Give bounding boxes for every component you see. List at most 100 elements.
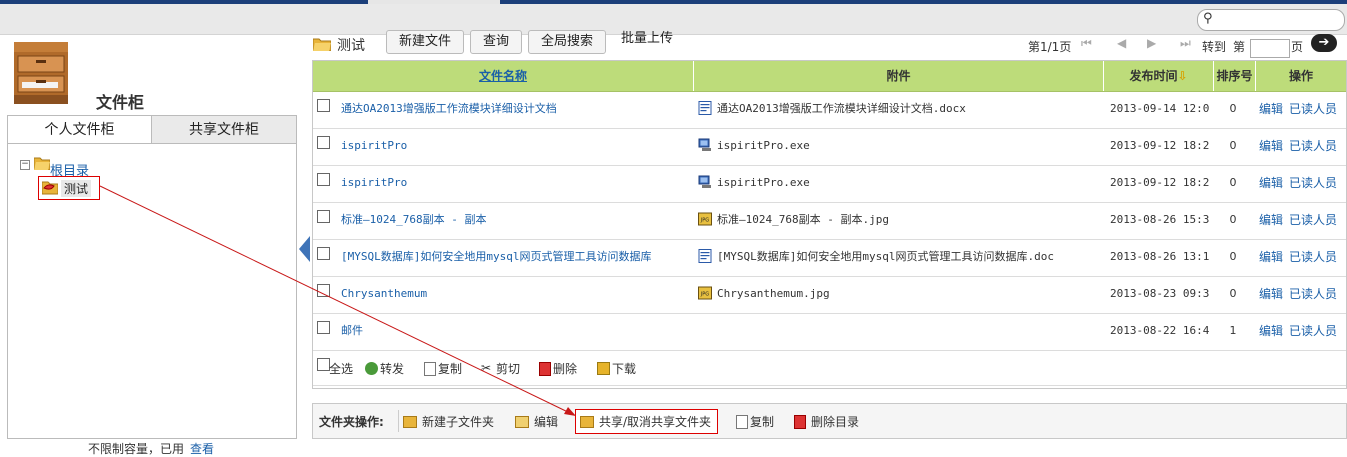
last-page-icon[interactable]: ⏭	[1180, 36, 1191, 51]
copy-folder-icon	[736, 414, 748, 429]
file-cabinet-icon	[14, 42, 68, 104]
header-attachment: 附件	[694, 61, 1104, 91]
cabinet-title: 文件柜	[96, 93, 145, 112]
prev-page-icon[interactable]: ◀	[1117, 36, 1126, 50]
select-all-label[interactable]: 全选	[329, 360, 353, 377]
delete-button[interactable]: 删除	[539, 360, 577, 377]
new-file-button[interactable]: 新建文件	[386, 30, 464, 54]
edit-link[interactable]: 编辑	[1259, 139, 1283, 153]
forward-label: 转发	[380, 362, 405, 376]
readers-link[interactable]: 已读人员	[1289, 324, 1337, 338]
publish-time: 2013-08-23 09:36	[1110, 287, 1210, 300]
row-checkbox[interactable]	[317, 247, 330, 260]
batch-upload-button[interactable]: 批量上传	[612, 28, 682, 52]
readers-link[interactable]: 已读人员	[1289, 250, 1337, 264]
edit-link[interactable]: 编辑	[1259, 324, 1283, 338]
quota-text: 不限制容量，已用	[88, 442, 185, 456]
tab-shared-cabinet[interactable]: 共享文件柜	[151, 115, 297, 145]
query-button[interactable]: 查询	[470, 30, 522, 54]
edit-folder-button[interactable]: 编辑	[515, 413, 558, 430]
edit-link[interactable]: 编辑	[1259, 213, 1283, 227]
copy-folder-button[interactable]: 复制	[736, 413, 774, 430]
attachment-link[interactable]: 通达OA2013增强版工作流模块详细设计文档.docx	[698, 92, 966, 128]
row-actions: 编辑 已读人员	[1259, 203, 1343, 239]
file-name-link[interactable]: ispiritPro	[341, 166, 407, 202]
row-actions: 编辑 已读人员	[1259, 92, 1343, 128]
file-name-link[interactable]: 邮件	[341, 314, 363, 350]
attachment-link[interactable]: [MYSQL数据库]如何安全地用mysql网页式管理工具访问数据库.doc	[698, 240, 1054, 276]
exe-icon	[698, 175, 711, 188]
publish-time: 2013-09-12 18:29	[1110, 176, 1210, 189]
row-checkbox[interactable]	[317, 321, 330, 334]
edit-folder-label: 编辑	[534, 415, 559, 429]
page-prefix-label: 第	[1233, 40, 1246, 54]
row-checkbox[interactable]	[317, 173, 330, 186]
attachment-link[interactable]: JPG 标准—1024_768副本 - 副本.jpg	[698, 203, 889, 239]
copy-folder-label: 复制	[750, 415, 775, 429]
word-doc-icon	[698, 101, 712, 115]
readers-link[interactable]: 已读人员	[1289, 139, 1337, 153]
file-name-link[interactable]: [MYSQL数据库]如何安全地用mysql网页式管理工具访问数据库	[341, 240, 651, 276]
file-name-link[interactable]: ispiritPro	[341, 129, 407, 165]
new-subfolder-button[interactable]: 新建子文件夹	[403, 413, 494, 430]
attachment-name: [MYSQL数据库]如何安全地用mysql网页式管理工具访问数据库.doc	[717, 250, 1054, 263]
sidebar-collapse-arrow[interactable]	[299, 236, 310, 262]
row-checkbox[interactable]	[317, 284, 330, 297]
edit-link[interactable]: 编辑	[1259, 250, 1283, 264]
share-toggle-label: 共享/取消共享文件夹	[599, 415, 712, 429]
exe-icon	[698, 138, 711, 151]
edit-link[interactable]: 编辑	[1259, 287, 1283, 301]
quota-view-link[interactable]: 查看	[190, 442, 214, 456]
share-toggle-button[interactable]: 共享/取消共享文件夹	[575, 409, 719, 434]
search-input[interactable]	[1220, 12, 1342, 28]
row-checkbox[interactable]	[317, 210, 330, 223]
forward-button[interactable]: 转发	[365, 360, 404, 377]
file-name-link[interactable]: Chrysanthemum	[341, 277, 427, 313]
attachment-link[interactable]: ispiritPro.exe	[698, 129, 810, 165]
attachment-link[interactable]: JPG Chrysanthemum.jpg	[698, 277, 830, 313]
delete-folder-icon	[794, 414, 806, 429]
new-folder-icon	[403, 415, 417, 428]
go-arrow-button[interactable]: ➔	[1311, 34, 1337, 52]
tree-collapse-toggle[interactable]: −	[20, 160, 30, 170]
header-publish-time[interactable]: 发布时间⇩	[1104, 61, 1214, 91]
header-file-name[interactable]: 文件名称	[313, 61, 694, 91]
tree-folder-test[interactable]: 测试	[38, 176, 100, 200]
copy-button[interactable]: 复制	[424, 360, 462, 377]
row-checkbox[interactable]	[317, 136, 330, 149]
table-header: 文件名称 附件 发布时间⇩ 排序号 操作	[313, 61, 1346, 92]
tab-personal-cabinet[interactable]: 个人文件柜	[7, 115, 152, 144]
attachment-link[interactable]: ispiritPro.exe	[698, 166, 810, 202]
delete-folder-label: 删除目录	[811, 415, 860, 429]
next-page-icon[interactable]: ▶	[1147, 36, 1156, 50]
table-footer-spacer	[313, 386, 1346, 388]
attachment-name: ispiritPro.exe	[717, 176, 810, 189]
download-button[interactable]: 下载	[597, 360, 636, 377]
edit-link[interactable]: 编辑	[1259, 176, 1283, 190]
attachment-name: Chrysanthemum.jpg	[717, 287, 830, 300]
readers-link[interactable]: 已读人员	[1289, 287, 1337, 301]
global-search-button[interactable]: 全局搜索	[528, 30, 606, 54]
download-icon	[597, 362, 610, 375]
edit-link[interactable]: 编辑	[1259, 102, 1283, 116]
delete-label: 删除	[553, 362, 578, 376]
cut-button[interactable]: ✂ 剪切	[481, 360, 520, 377]
readers-link[interactable]: 已读人员	[1289, 102, 1337, 116]
page-suffix-label: 页	[1291, 40, 1304, 54]
global-search-box[interactable]: ⚲	[1197, 9, 1345, 31]
shared-folder-icon	[42, 181, 58, 195]
publish-time: 2013-09-12 18:29	[1110, 139, 1210, 152]
delete-icon	[539, 361, 551, 376]
readers-link[interactable]: 已读人员	[1289, 176, 1337, 190]
publish-time: 2013-08-26 15:35	[1110, 213, 1210, 226]
delete-folder-button[interactable]: 删除目录	[794, 413, 859, 430]
file-name-link[interactable]: 通达OA2013增强版工作流模块详细设计文档	[341, 92, 557, 128]
publish-time: 2013-08-26 13:15	[1110, 250, 1210, 263]
first-page-icon[interactable]: ⏮	[1081, 36, 1092, 51]
quota-info: 不限制容量，已用 查看	[88, 440, 214, 457]
file-name-link[interactable]: 标准—1024_768副本 - 副本	[341, 203, 486, 239]
publish-time: 2013-08-22 16:40	[1110, 324, 1210, 337]
row-checkbox[interactable]	[317, 99, 330, 112]
readers-link[interactable]: 已读人员	[1289, 213, 1337, 227]
page-number-input[interactable]	[1250, 39, 1290, 58]
